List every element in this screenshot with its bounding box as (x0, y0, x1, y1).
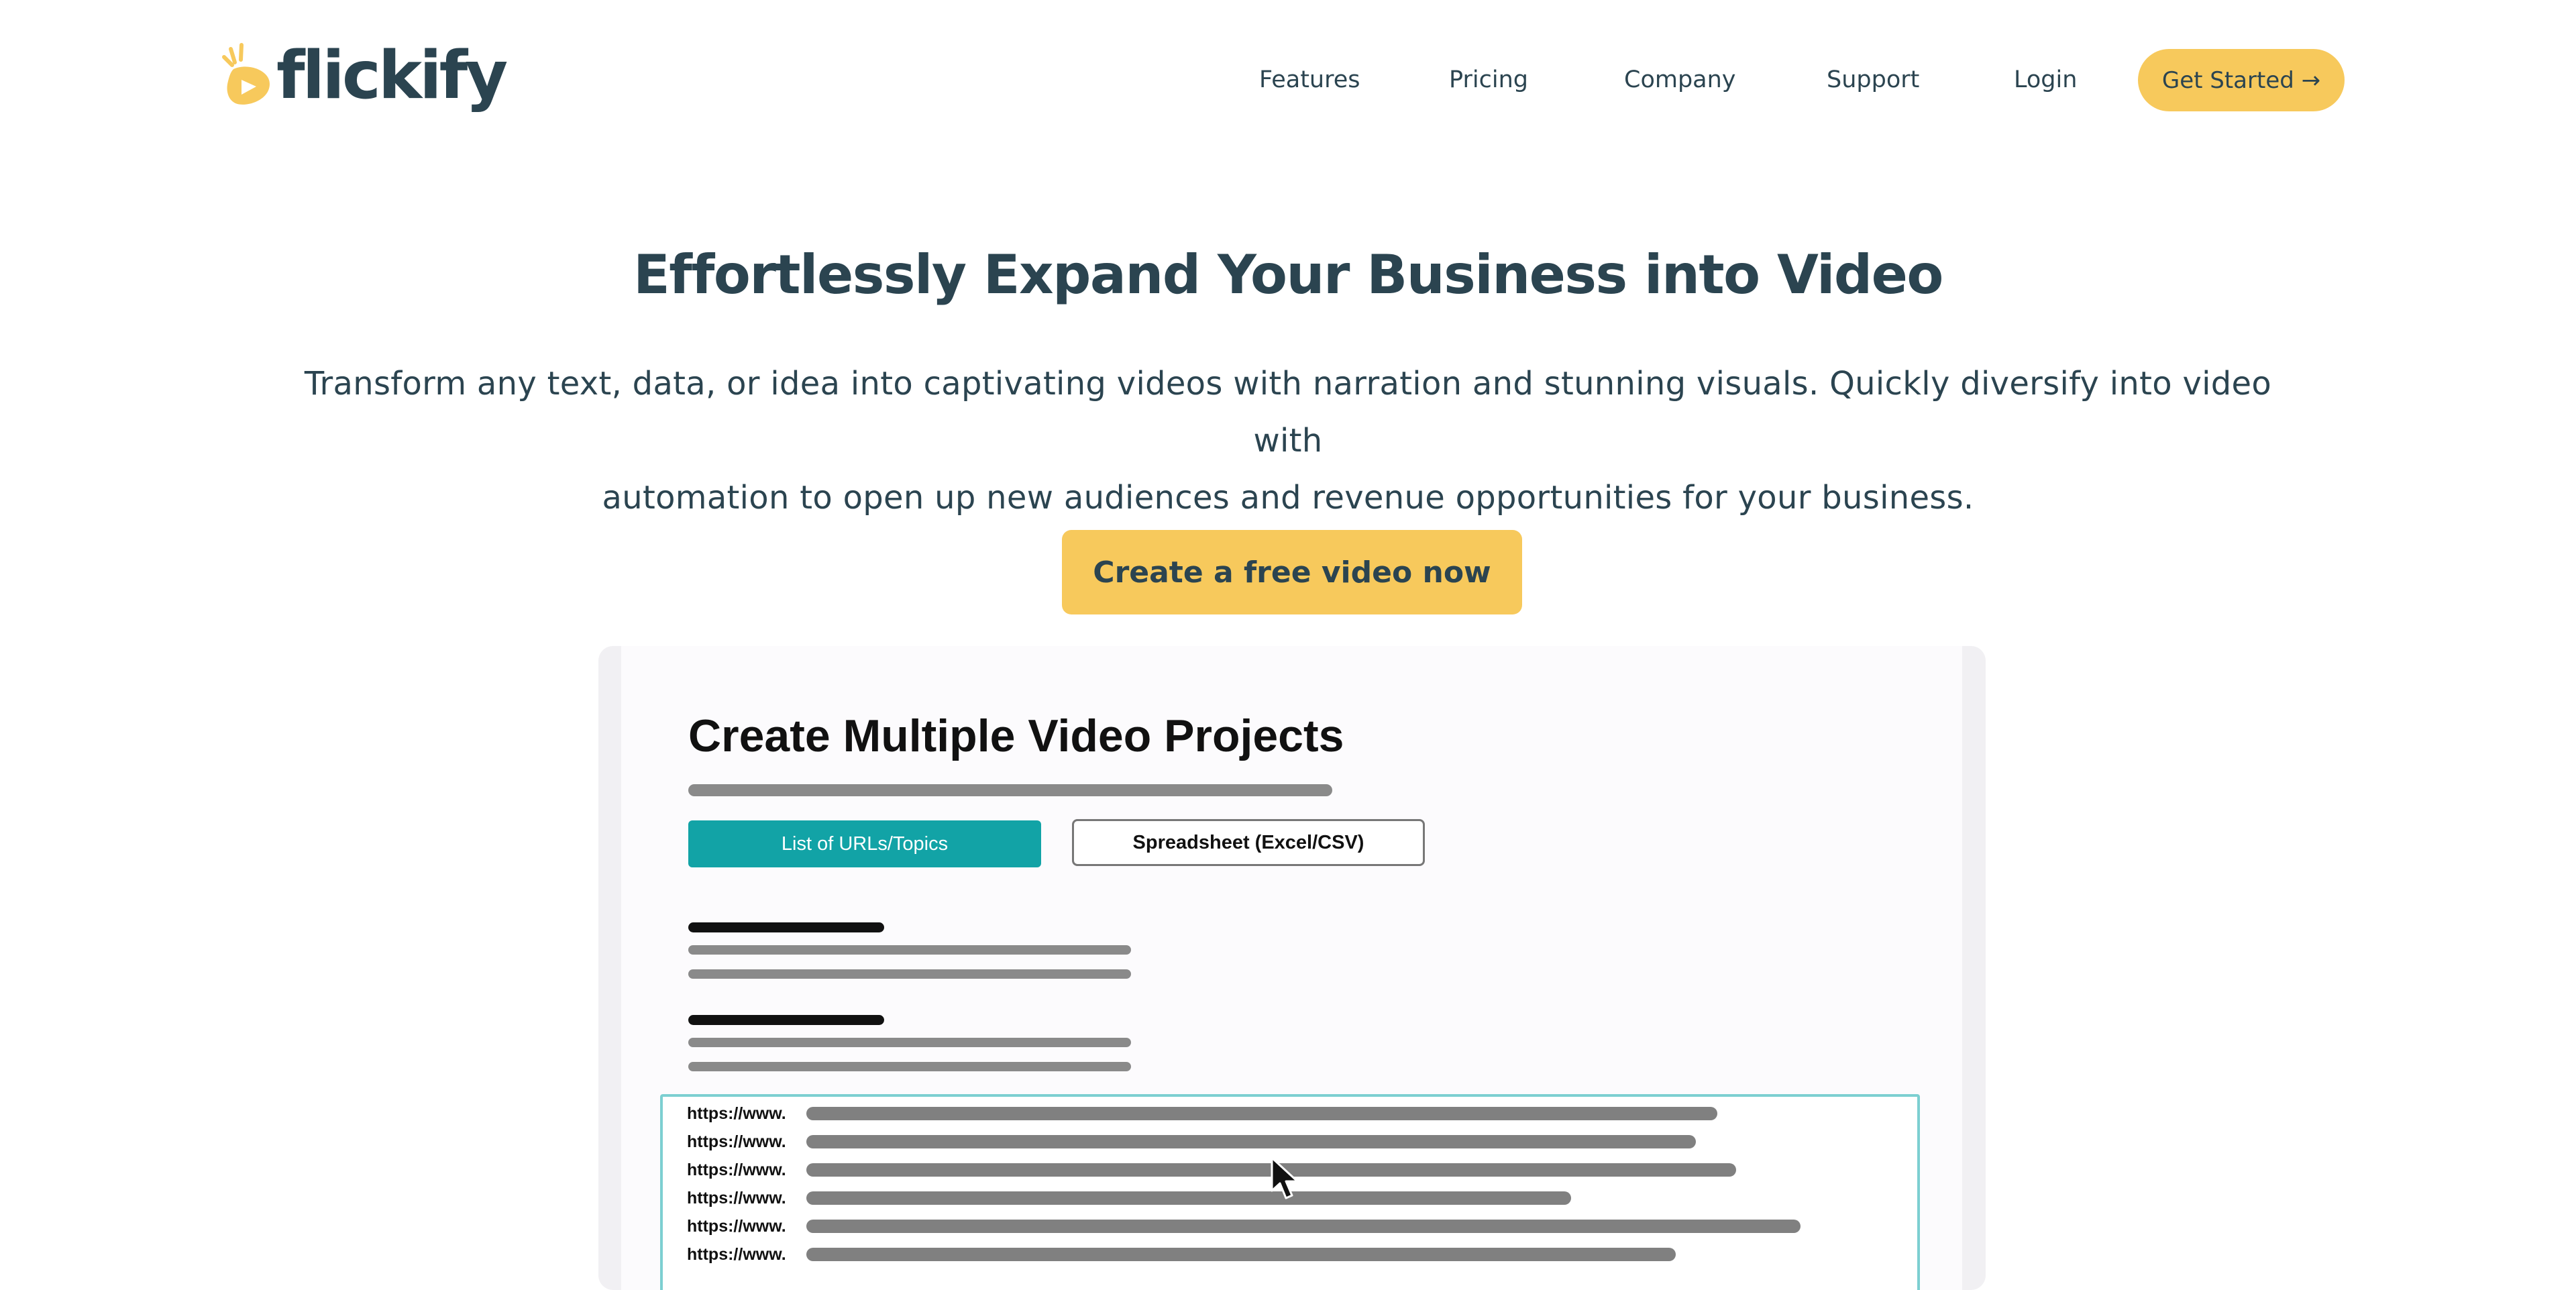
url-prefix: https://www. (687, 1160, 786, 1179)
mouse-pointer-icon (1271, 1157, 1299, 1199)
url-prefix: https://www. (687, 1244, 786, 1264)
url-row: https://www. (687, 1187, 1571, 1210)
placeholder-line (688, 969, 1131, 979)
url-row: https://www. (687, 1243, 1676, 1266)
placeholder-line (688, 945, 1131, 955)
placeholder-line (688, 1038, 1131, 1047)
url-prefix: https://www. (687, 1188, 786, 1207)
nav-company-link[interactable]: Company (1624, 64, 1736, 96)
hero-subtitle: Transform any text, data, or idea into c… (282, 356, 2294, 527)
get-started-button[interactable]: Get Started → (2138, 49, 2345, 111)
nav-pricing-link[interactable]: Pricing (1449, 64, 1528, 96)
url-prefix: https://www. (687, 1104, 786, 1123)
placeholder-heading (688, 922, 884, 932)
hero-subtitle-line-2: automation to open up new audiences and … (602, 479, 1974, 517)
url-row: https://www. (687, 1102, 1717, 1125)
url-row: https://www. (687, 1215, 1801, 1238)
brand-name: flickify (276, 38, 508, 114)
tab-spreadsheet[interactable]: Spreadsheet (Excel/CSV) (1072, 819, 1425, 866)
flickify-logo[interactable]: flickify (221, 38, 508, 114)
nav-support-link[interactable]: Support (1827, 64, 1919, 96)
demo-title: Create Multiple Video Projects (688, 710, 1344, 761)
nav-features-link[interactable]: Features (1259, 64, 1360, 96)
url-prefix: https://www. (687, 1216, 786, 1236)
create-free-video-button[interactable]: Create a free video now (1062, 530, 1522, 614)
url-placeholder-bar (806, 1191, 1571, 1205)
url-placeholder-bar (806, 1107, 1717, 1120)
url-row: https://www. (687, 1159, 1736, 1181)
hero-subtitle-line-1: Transform any text, data, or idea into c… (304, 365, 2272, 460)
url-placeholder-bar (806, 1248, 1676, 1261)
hero-title: Effortlessly Expand Your Business into V… (633, 244, 1943, 306)
nav-login-link[interactable]: Login (2014, 64, 2077, 96)
url-placeholder-bar (806, 1135, 1696, 1148)
placeholder-heading (688, 1015, 884, 1025)
flickify-clap-icon (222, 43, 270, 105)
demo-title-underline (688, 784, 1332, 796)
tab-list-of-urls[interactable]: List of URLs/Topics (688, 820, 1041, 867)
url-row: https://www. (687, 1130, 1696, 1153)
url-placeholder-bar (806, 1220, 1801, 1233)
url-prefix: https://www. (687, 1132, 786, 1151)
placeholder-line (688, 1062, 1131, 1071)
